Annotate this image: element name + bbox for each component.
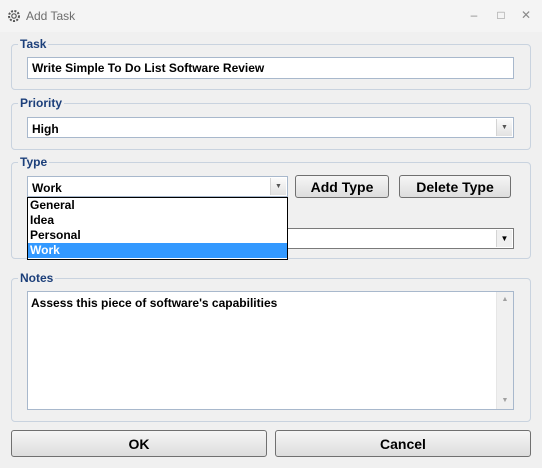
type-value: Work: [32, 181, 62, 195]
type-option-personal[interactable]: Personal: [28, 228, 287, 243]
chevron-down-icon[interactable]: ▼: [496, 119, 512, 136]
ok-button[interactable]: OK: [11, 430, 267, 457]
add-type-button[interactable]: Add Type: [295, 175, 389, 198]
minimize-button[interactable]: –: [463, 6, 485, 24]
scroll-down-icon[interactable]: ▼: [497, 393, 513, 409]
title-bar: Add Task – □ ✕: [0, 0, 542, 32]
maximize-button[interactable]: □: [490, 6, 512, 24]
type-option-work[interactable]: Work: [28, 243, 287, 258]
notes-legend: Notes: [18, 271, 56, 285]
scroll-up-icon[interactable]: ▲: [497, 292, 513, 308]
cancel-button[interactable]: Cancel: [275, 430, 531, 457]
close-button[interactable]: ✕: [515, 6, 537, 24]
chevron-down-icon[interactable]: ▼: [270, 178, 286, 195]
type-option-idea[interactable]: Idea: [28, 213, 287, 228]
window-title: Add Task: [26, 9, 76, 23]
type-dropdown-list[interactable]: General Idea Personal Work: [27, 197, 288, 260]
priority-select[interactable]: High ▼: [27, 117, 514, 138]
chevron-down-icon[interactable]: ▼: [496, 230, 512, 247]
priority-value: High: [32, 122, 59, 136]
type-legend: Type: [18, 155, 50, 169]
notes-textarea[interactable]: Assess this piece of software's capabili…: [27, 291, 514, 410]
type-option-general[interactable]: General: [28, 198, 287, 213]
priority-legend: Priority: [18, 96, 65, 110]
type-select[interactable]: Work ▼: [27, 176, 288, 197]
notes-scrollbar[interactable]: ▲ ▼: [496, 292, 513, 409]
app-gear-icon: [8, 10, 20, 22]
task-legend: Task: [18, 37, 49, 51]
task-input[interactable]: Write Simple To Do List Software Review: [27, 57, 514, 79]
delete-type-button[interactable]: Delete Type: [399, 175, 511, 198]
notes-text: Assess this piece of software's capabili…: [31, 296, 278, 310]
